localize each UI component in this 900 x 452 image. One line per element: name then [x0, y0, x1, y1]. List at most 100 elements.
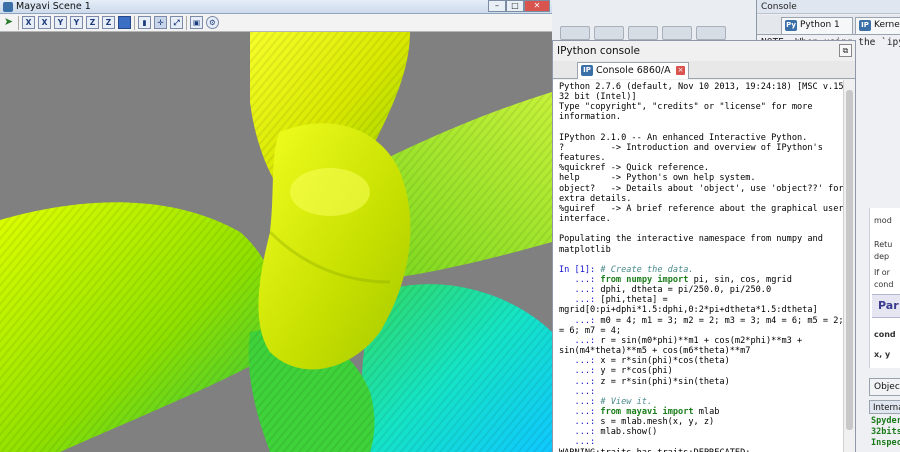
help-text: cond [874, 330, 896, 339]
spyder-console-tabbar: Py Python 1 IP Kernel 6860 [757, 15, 900, 35]
console-input-line: ...: x = r*sin(phi)*cos(theta) [559, 356, 841, 366]
code-text: r = sin(m0*phi)**m1 + cos(m2*phi)**m3 + [600, 335, 803, 346]
background-window-strip [552, 0, 756, 44]
pipeline-icon[interactable]: ➤ [2, 16, 15, 29]
close-button[interactable]: ✕ [524, 0, 550, 12]
mayavi-3d-scene[interactable] [0, 32, 552, 452]
toolbar-separator [186, 16, 187, 30]
code-text: dphi, dtheta = pi/250.0, pi/250.0 [600, 285, 772, 296]
tab-console[interactable]: IP Console 6860/A × [577, 62, 689, 79]
console-output[interactable]: Python 2.7.6 (default, Nov 10 2013, 19:2… [553, 80, 843, 452]
console-line: interface. [559, 214, 611, 225]
code-text: y = r*cos(phi) [600, 366, 673, 377]
input-prompt: ...: [559, 274, 601, 285]
console-line: Type "copyright", "credits" or "license"… [559, 102, 813, 113]
tab-kernel[interactable]: IP Kernel 6860 [855, 17, 900, 34]
input-prompt: ...: [559, 285, 601, 296]
toolbar-separator [134, 16, 135, 30]
code-text: z = r*sin(phi)*sin(theta) [600, 376, 730, 387]
console-line: help -> Python's own help system. [559, 173, 756, 184]
code-text: m0 = 4; m1 = 3; m2 = 2; m3 = 3; m4 = 6; … [600, 315, 843, 326]
parallel-projection-icon[interactable]: ▮ [138, 16, 151, 29]
input-prompt: ...: [559, 376, 601, 387]
maximize-button[interactable]: □ [506, 0, 524, 12]
tab-object-inspector[interactable]: Object i [869, 378, 900, 396]
input-prompt: ...: [559, 335, 601, 346]
console-tabbar: ▾ IP Console 6860/A × [553, 61, 855, 97]
tab-python-1[interactable]: Py Python 1 [781, 17, 853, 34]
console-line: ? -> Introduction and overview of IPytho… [559, 142, 823, 153]
console-input-line: ...: m0 = 4; m1 = 3; m2 = 2; m3 = 3; m4 … [559, 315, 843, 326]
console-line: %quickref -> Quick reference. [559, 163, 710, 174]
console-line: IPython 2.1.0 -- An enhanced Interactive… [559, 132, 808, 143]
spyder-console-title: Console [757, 0, 900, 14]
input-prompt: In [1]: [559, 264, 601, 275]
help-text: mod [874, 216, 892, 225]
internal-console-title[interactable]: Internal co [869, 400, 900, 414]
parameters-heading: Par [878, 299, 899, 312]
console-input-line: ...: from mayavi import mlab [559, 407, 841, 417]
minimize-button[interactable]: – [488, 0, 506, 12]
code-module: numpy [626, 274, 653, 285]
internal-console-text: Spyder32bitsInspect [871, 416, 900, 449]
save-icon[interactable]: ▣ [190, 16, 203, 29]
parameters-heading-box: Par [872, 294, 900, 318]
help-text: dep [874, 252, 890, 261]
code-text: mlab [693, 407, 720, 417]
help-text: If or [874, 268, 890, 277]
code-text: pi, sin, cos, mgrid [688, 274, 792, 285]
view-z-positive-button[interactable]: Z [86, 16, 99, 29]
view-x-negative-button[interactable]: X [38, 16, 51, 29]
console-line: %guiref -> A brief reference about the g… [559, 203, 843, 214]
tab-console-label: Console 6860/A [596, 65, 671, 76]
toolbar-button [594, 26, 624, 40]
console-input-line: ...: [559, 437, 841, 447]
code-text: x = r*sin(phi)*cos(theta) [600, 356, 730, 367]
view-z-negative-button[interactable]: Z [102, 16, 115, 29]
console-input-line: mgrid[0:pi+dphi*1.5:dphi,0:2*pi+dtheta*1… [559, 305, 841, 315]
console-input-line: ...: [phi,theta] = [559, 295, 841, 305]
code-text: s = mlab.mesh(x, y, z) [600, 417, 715, 428]
view-x-positive-button[interactable]: X [22, 16, 35, 29]
isometric-view-icon[interactable] [118, 16, 131, 29]
console-line: Populating the interactive namespace fro… [559, 234, 823, 245]
object-inspector-pane: mod Retu dep If or cond Par cond x, y [869, 208, 900, 368]
console-input-line: WARNING:traits.has_traits:DEPRECATED: [559, 448, 841, 452]
input-prompt: ...: [559, 407, 601, 417]
console-input-line: ...: from numpy import pi, sin, cos, mgr… [559, 275, 841, 285]
console-scrollbar[interactable] [843, 80, 855, 452]
internal-console-line: 32bits [871, 427, 900, 437]
input-prompt: ...: [559, 386, 601, 397]
input-prompt: ...: [559, 396, 601, 407]
toolbar-button [628, 26, 658, 40]
close-tab-icon[interactable]: × [676, 66, 685, 75]
configure-icon[interactable]: ⚙ [206, 16, 219, 29]
console-input-line: ...: y = r*cos(phi) [559, 366, 841, 376]
mayavi-window-title: Mayavi Scene 1 [16, 1, 91, 12]
console-input-line: ...: z = r*sin(phi)*sin(theta) [559, 377, 841, 387]
view-y-positive-button[interactable]: Y [54, 16, 67, 29]
python-icon: Py [785, 20, 797, 31]
console-line: information. [559, 112, 622, 123]
axes-indicator-icon[interactable]: ✛ [154, 16, 167, 29]
input-prompt: ...: [559, 295, 601, 306]
help-text: x, y [874, 350, 891, 359]
ipython-console-window: IPython console ⧉ ▾ IP Console 6860/A × … [552, 40, 856, 452]
internal-console-line: Spyder [871, 416, 900, 426]
input-prompt: ...: [559, 356, 601, 367]
ipython-icon: IP [581, 65, 593, 76]
view-y-negative-button[interactable]: Y [70, 16, 83, 29]
full-screen-icon[interactable]: ⤢ [170, 16, 183, 29]
console-text: Python 2.7.6 (default, Nov 10 2013, 19:2… [559, 82, 843, 452]
input-prompt: ...: [559, 315, 601, 326]
console-line: matplotlib [559, 244, 611, 255]
console-input-line: ...: dphi, dtheta = pi/250.0, pi/250.0 [559, 285, 841, 295]
scrollbar-thumb[interactable] [846, 90, 853, 430]
code-text: = 6; m7 = 4; [559, 325, 622, 336]
input-prompt: ...: [559, 417, 601, 428]
undock-button[interactable]: ⧉ [839, 44, 852, 57]
